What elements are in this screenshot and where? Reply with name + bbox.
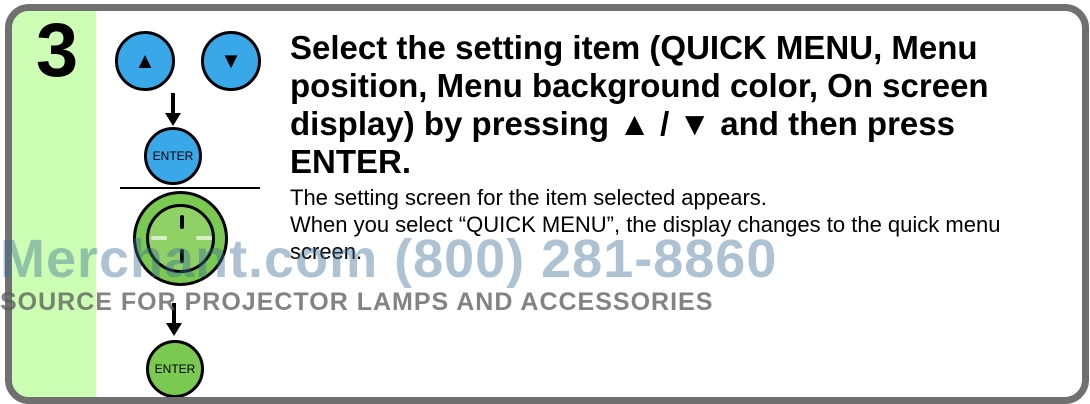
- instruction-body: The setting screen for the item selected…: [290, 184, 1060, 265]
- enter-button-joystick: ENTER: [146, 340, 204, 397]
- enter-button-label: ENTER: [154, 362, 196, 376]
- enter-button-label: ENTER: [152, 149, 194, 163]
- instruction-panel: 3 ▲ ▼ ENTER ENTER Select the setting ite…: [5, 4, 1089, 404]
- down-button: ▼: [201, 31, 261, 91]
- arrow-down-icon: [165, 93, 181, 127]
- enter-button: ENTER: [144, 127, 202, 185]
- instruction-line-2: When you select “QUICK MENU”, the displa…: [290, 212, 1001, 264]
- down-arrow-icon: ▼: [220, 48, 242, 73]
- up-arrow-icon: ▲: [134, 48, 156, 73]
- arrow-down-icon: [166, 303, 182, 337]
- instruction-line-1: The setting screen for the item selected…: [290, 185, 767, 210]
- up-button: ▲: [115, 31, 175, 91]
- instruction-heading: Select the setting item (QUICK MENU, Men…: [290, 29, 989, 180]
- step-number: 3: [35, 8, 79, 93]
- joystick-icon: [133, 191, 228, 286]
- divider: [120, 187, 260, 189]
